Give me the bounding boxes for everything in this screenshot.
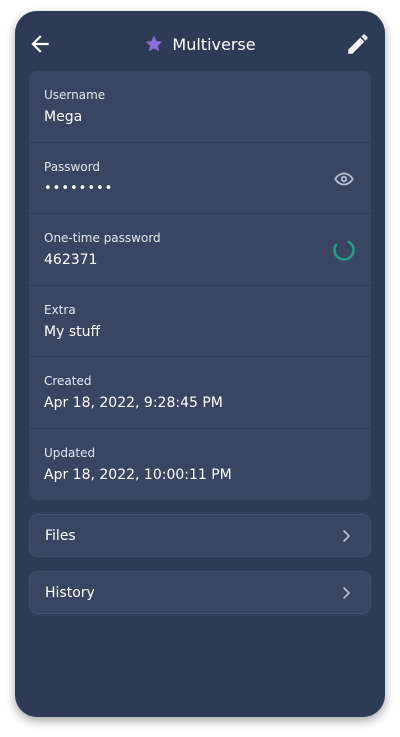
- files-row[interactable]: Files: [29, 514, 371, 557]
- username-field[interactable]: Username Mega: [29, 71, 371, 143]
- field-label: Password: [44, 159, 101, 174]
- field-value: ••••••••: [44, 180, 114, 196]
- chevron-right-icon: [342, 586, 351, 600]
- timer-progress-icon: [333, 239, 355, 261]
- field-label: Extra: [44, 302, 76, 317]
- field-value: My stuff: [44, 323, 101, 340]
- field-label: One-time password: [44, 231, 161, 245]
- otp-timer: [331, 237, 357, 263]
- created-field: Created Apr 18, 2022, 9:28:45 PM: [29, 357, 371, 429]
- title-group: Multiverse: [15, 31, 385, 57]
- field-label: Updated: [44, 445, 96, 460]
- app-window: Multiverse Username Mega Password ••••••…: [15, 11, 385, 717]
- top-bar: Multiverse: [15, 11, 385, 71]
- field-value: Apr 18, 2022, 9:28:45 PM: [44, 395, 223, 411]
- field-label: Username: [44, 88, 106, 102]
- pencil-icon: [348, 34, 368, 54]
- extra-field[interactable]: Extra My stuff: [29, 286, 371, 357]
- field-value: Mega: [44, 109, 83, 125]
- field-value: Apr 18, 2022, 10:00:11 PM: [44, 466, 232, 483]
- edit-button[interactable]: [345, 31, 371, 57]
- nav-label: Files: [45, 528, 76, 544]
- star-icon[interactable]: [144, 34, 164, 54]
- field-label: Created: [44, 374, 92, 388]
- show-password-button[interactable]: [331, 166, 357, 192]
- password-field[interactable]: Password ••••••••: [29, 143, 371, 214]
- chevron-right-icon: [342, 529, 351, 543]
- otp-field[interactable]: One-time password 462371: [29, 214, 371, 286]
- updated-field: Updated Apr 18, 2022, 10:00:11 PM: [29, 429, 371, 501]
- eye-icon: [334, 172, 354, 185]
- field-value: 462371: [44, 252, 98, 268]
- entry-details-card: Username Mega Password •••••••• One-time…: [29, 71, 371, 500]
- page-title: Multiverse: [172, 34, 256, 54]
- nav-label: History: [45, 585, 95, 601]
- history-row[interactable]: History: [29, 571, 371, 614]
